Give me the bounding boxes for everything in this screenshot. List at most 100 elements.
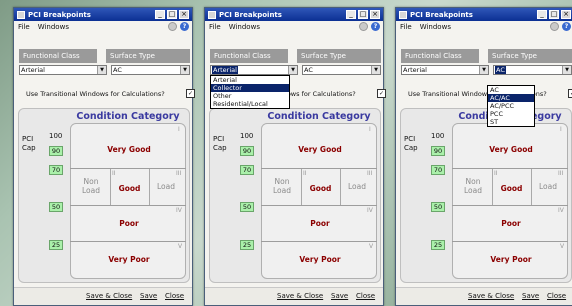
pci-100-label: 100 [49,132,63,140]
dropdown-option[interactable]: Residential/Local [211,100,289,108]
surface-type-select[interactable]: AC ▼ [302,65,381,75]
transitional-label: Use Transitional Windows for Calculation… [26,90,165,98]
functional-class-select[interactable]: Arterial ▼ [19,65,107,75]
maximize-button[interactable]: □ [358,10,368,19]
chevron-down-icon[interactable]: ▼ [479,66,488,74]
close-button-footer[interactable]: Close [356,292,375,300]
breakpoint-25[interactable]: 25 [431,240,445,250]
breakpoint-90[interactable]: 90 [431,146,445,156]
breakpoint-90[interactable]: 90 [49,146,63,156]
menu-file[interactable]: File [18,23,30,31]
chevron-down-icon[interactable]: ▼ [180,66,189,74]
pci-cap-label: PCI Cap [213,135,227,152]
breakpoint-25[interactable]: 25 [240,240,254,250]
functional-class-dropdown[interactable]: Arterial Collector Other Residential/Loc… [210,75,290,109]
close-button-footer[interactable]: Close [165,292,184,300]
zone-v-label: V [560,243,565,250]
save-button[interactable]: Save [331,292,348,300]
title-bar[interactable]: PCI Breakpoints _ □ × [396,8,572,21]
transitional-checkbox[interactable]: ✓ [568,89,572,98]
close-button[interactable]: × [179,10,189,19]
dropdown-option-highlighted[interactable]: AC/AC [488,94,534,102]
save-close-button[interactable]: Save & Close [86,292,132,300]
save-button[interactable]: Save [522,292,539,300]
menu-windows[interactable]: Windows [229,23,260,31]
breakpoint-70[interactable]: 70 [431,165,445,175]
breakpoint-70[interactable]: 70 [240,165,254,175]
dropdown-option[interactable]: AC [488,86,534,94]
menu-windows[interactable]: Windows [420,23,451,31]
chevron-down-icon[interactable]: ▼ [97,66,106,74]
dropdown-option[interactable]: ST [488,118,534,126]
transitional-checkbox[interactable]: ✓ [377,89,386,98]
breakpoint-50[interactable]: 50 [240,202,254,212]
breakpoint-90[interactable]: 90 [240,146,254,156]
footer-bar: Save & Close Save Close [205,287,383,305]
very-good-zone: Very Good [107,145,151,154]
save-button[interactable]: Save [140,292,157,300]
zone-i-label: I [369,126,371,133]
menu-file[interactable]: File [400,23,412,31]
surface-type-select[interactable]: AC ▼ [493,65,572,75]
breakpoint-70[interactable]: 70 [49,165,63,175]
menu-windows[interactable]: Windows [38,23,69,31]
breakpoint-25[interactable]: 25 [49,240,63,250]
zone-ii-label: II [494,170,498,177]
dropdown-option[interactable]: PCC [488,110,534,118]
save-close-button[interactable]: Save & Close [277,292,323,300]
zone-iii-label: III [176,170,182,177]
very-good-zone: Very Good [298,145,342,154]
zone-iv-label: IV [367,207,373,214]
dropdown-option[interactable]: Arterial [211,76,289,84]
breakpoint-50[interactable]: 50 [49,202,63,212]
surface-type-select[interactable]: AC ▼ [111,65,190,75]
title-bar[interactable]: PCI Breakpoints _ □ × [205,8,383,21]
favorites-icon[interactable] [550,22,559,31]
good-zone: Good [309,184,332,193]
favorites-icon[interactable] [168,22,177,31]
save-close-button[interactable]: Save & Close [468,292,514,300]
window-title: PCI Breakpoints [410,10,473,19]
help-icon[interactable]: ? [371,22,380,31]
favorites-icon[interactable] [359,22,368,31]
functional-class-select[interactable]: Arterial ▼ [401,65,489,75]
minimize-button[interactable]: _ [346,10,356,19]
dropdown-option-highlighted[interactable]: Collector [211,84,289,92]
surface-type-label: Surface Type [297,49,381,63]
zone-v-label: V [178,243,183,250]
maximize-button[interactable]: □ [167,10,177,19]
minimize-button[interactable]: _ [537,10,547,19]
very-poor-zone: Very Poor [108,255,150,264]
menu-file[interactable]: File [209,23,221,31]
good-zone: Good [500,184,523,193]
title-bar[interactable]: PCI Breakpoints _ □ × [14,8,192,21]
help-icon[interactable]: ? [562,22,571,31]
help-icon[interactable]: ? [180,22,189,31]
maximize-button[interactable]: □ [549,10,559,19]
chevron-down-icon[interactable]: ▼ [288,66,297,74]
surface-type-label: Surface Type [488,49,572,63]
zone-iv-label: IV [558,207,564,214]
chevron-down-icon[interactable]: ▼ [562,66,571,74]
close-button[interactable]: × [370,10,380,19]
very-good-zone: Very Good [489,145,533,154]
chevron-down-icon[interactable]: ▼ [371,66,380,74]
very-poor-zone: Very Poor [299,255,341,264]
close-button-footer[interactable]: Close [547,292,566,300]
menu-bar: File Windows ? [396,21,572,33]
load-zone: Load [539,182,557,191]
dropdown-option[interactable]: AC/PCC [488,102,534,110]
dropdown-option[interactable]: Other [211,92,289,100]
functional-class-select[interactable]: Arterial ▼ [210,65,298,75]
transitional-checkbox[interactable]: ✓ [186,89,195,98]
non-load-zone: Non Load [464,177,482,195]
pci-cap-label: PCI Cap [22,135,36,152]
minimize-button[interactable]: _ [155,10,165,19]
condition-category-title: Condition Category [76,111,180,122]
footer-bar: Save & Close Save Close [14,287,192,305]
pci-window-3: PCI Breakpoints _ □ × File Windows ? Fun… [395,7,572,306]
surface-type-dropdown[interactable]: AC AC/AC AC/PCC PCC ST [487,85,535,127]
close-button[interactable]: × [561,10,571,19]
breakpoint-50[interactable]: 50 [431,202,445,212]
condition-category-title: Condition Category [267,111,371,122]
